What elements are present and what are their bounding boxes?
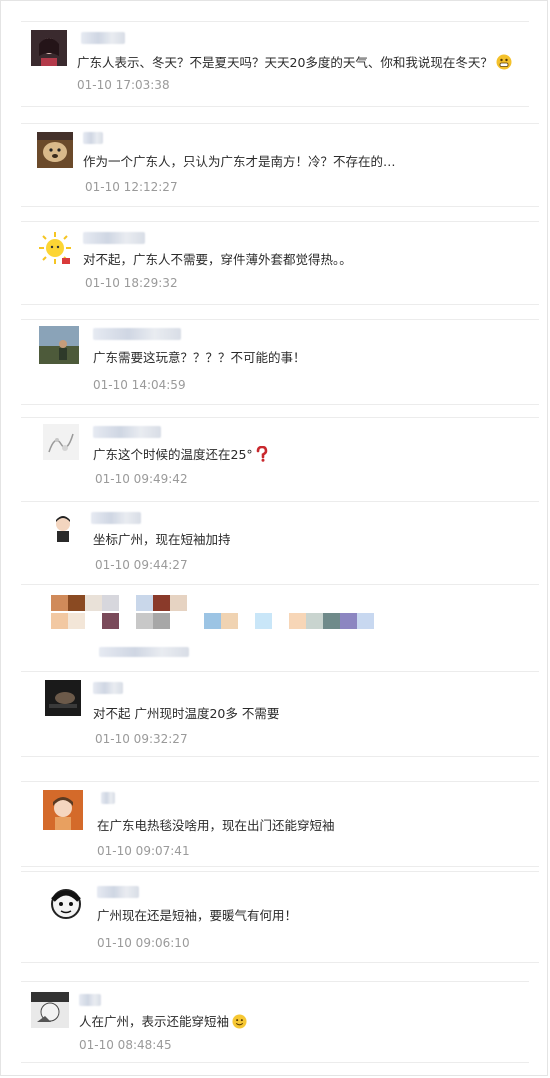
comment-time: 01-10 09:32:27 (95, 732, 188, 746)
comment-item: 坐标广州，现在短袖加持 01-10 09:44:27 (21, 501, 539, 585)
comment-item: 广东需要这玩意？？？？不可能的事！ 01-10 14:04:59 (21, 319, 539, 405)
comment-time: 01-10 09:06:10 (97, 936, 190, 950)
comment-text: 广州现在还是短袖，要暖气有何用！ (97, 908, 298, 923)
pixelated-time (99, 647, 189, 657)
avatar[interactable] (37, 132, 73, 168)
username-blurred[interactable] (79, 994, 101, 1006)
comment-item: 在广东电热毯没啥用，现在出门还能穿短袖 01-10 09:07:41 (21, 781, 539, 867)
comment-time: 01-10 14:04:59 (93, 378, 186, 392)
comment-text: 在广东电热毯没啥用，现在出门还能穿短袖 (97, 818, 335, 833)
comment-time: 01-10 09:07:41 (97, 844, 190, 858)
avatar[interactable] (31, 992, 69, 1028)
avatar[interactable] (39, 326, 79, 364)
grin-emoji (496, 54, 512, 74)
comment-time: 01-10 18:29:32 (85, 276, 178, 290)
avatar[interactable] (37, 230, 73, 266)
username-blurred[interactable] (101, 792, 115, 804)
comment-item: 对不起，广东人不需要，穿件薄外套都觉得热。。 01-10 18:29:32 (21, 221, 539, 305)
pixelated-row-1 (51, 595, 187, 611)
comment-list: 广东人表示、冬天？不是夏天吗？天天20多度的天气、你和我说现在冬天？ 01-10… (0, 0, 548, 1076)
comment-time: 01-10 09:49:42 (95, 472, 188, 486)
comment-item: 广东这个时候的温度还在25° 01-10 09:49:42 (21, 417, 539, 503)
username-blurred[interactable] (93, 426, 161, 438)
comment-time: 01-10 08:48:45 (79, 1038, 172, 1052)
comment-text: 对不起，广东人不需要，穿件薄外套都觉得热。。 (83, 252, 352, 267)
comment-text: 广东人表示、冬天？不是夏天吗？天天20多度的天气、你和我说现在冬天？ (77, 54, 512, 74)
comment-item: 对不起 广州现时温度20多 不需要 01-10 09:32:27 (21, 671, 539, 757)
comment-item: 人在广州，表示还能穿短袖 01-10 08:48:45 (21, 981, 529, 1063)
username-blurred[interactable] (93, 328, 181, 340)
question-mark-emoji (256, 445, 268, 466)
avatar[interactable] (43, 424, 79, 460)
avatar[interactable] (47, 884, 85, 922)
comment-item: 作为一个广东人，只认为广东才是南方！冷？不存在的… 01-10 12:12:27 (21, 123, 539, 207)
avatar[interactable] (31, 30, 67, 66)
comment-item: 广州现在还是短袖，要暖气有何用！ 01-10 09:06:10 (21, 871, 539, 963)
comment-text: 人在广州，表示还能穿短袖 (79, 1014, 247, 1033)
comment-text: 坐标广州，现在短袖加持 (93, 532, 231, 547)
username-blurred[interactable] (83, 232, 145, 244)
comment-text: 作为一个广东人，只认为广东才是南方！冷？不存在的… (83, 154, 396, 169)
comment-time: 01-10 09:44:27 (95, 558, 188, 572)
comment-item: 广东人表示、冬天？不是夏天吗？天天20多度的天气、你和我说现在冬天？ 01-10… (21, 21, 529, 107)
comment-text: 广东需要这玩意？？？？不可能的事！ (93, 350, 306, 365)
comment-time: 01-10 17:03:38 (77, 78, 170, 92)
username-blurred[interactable] (81, 32, 125, 44)
comment-text: 对不起 广州现时温度20多 不需要 (93, 706, 280, 721)
avatar[interactable] (43, 790, 83, 830)
comment-text: 广东这个时候的温度还在25° (93, 445, 268, 466)
pixelated-row-2 (51, 613, 374, 629)
username-blurred[interactable] (83, 132, 103, 144)
username-blurred[interactable] (93, 682, 123, 694)
smile-emoji (232, 1014, 247, 1033)
avatar[interactable] (45, 510, 81, 546)
username-blurred[interactable] (91, 512, 141, 524)
comment-time: 01-10 12:12:27 (85, 180, 178, 194)
username-blurred[interactable] (97, 886, 139, 898)
avatar[interactable] (45, 680, 81, 716)
